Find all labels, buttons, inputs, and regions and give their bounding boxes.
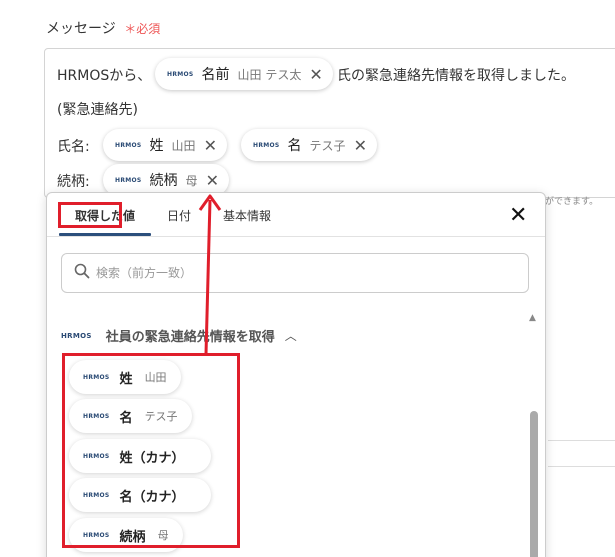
highlight-box-list [62,353,240,548]
section-header[interactable]: HRMOS 社員の緊急連絡先情報を取得 ︿ [61,326,297,345]
chip-value: 山田 [171,138,196,153]
message-line4-label: 続柄: [57,174,90,190]
tab-date[interactable]: 日付 [167,207,191,224]
message-line2: (緊急連絡先) [57,102,138,118]
chip-remove-icon[interactable]: ✕ [206,171,219,190]
scrollbar[interactable]: ▲ [529,313,539,557]
search-icon [74,263,90,283]
chip-name: 名 [287,138,302,154]
chip-remove-icon[interactable]: ✕ [309,65,322,84]
hrmos-logo-icon: HRMOS [115,141,142,149]
required-text: 必須 [136,22,161,36]
divider [548,440,615,441]
hrmos-logo-icon: HRMOS [253,141,280,149]
hrmos-logo-icon: HRMOS [115,176,142,184]
section-title: 社員の緊急連絡先情報を取得 [105,330,275,345]
scrollbar-thumb[interactable] [530,411,538,557]
search-box[interactable] [61,253,529,293]
hrmos-logo-icon: HRMOS [167,70,194,78]
chip-name: 続柄 [149,173,178,189]
required-indicator: ＊必須 [124,22,160,36]
close-icon[interactable]: ✕ [509,203,527,228]
message-line1-suffix: 氏の緊急連絡先情報を取得しました。 [337,68,575,84]
variable-chip-lastname[interactable]: HRMOS 姓 山田 ✕ [103,129,227,161]
chip-value: 山田 テス太 [237,67,302,82]
message-line3-label: 氏名: [57,139,90,155]
required-mark: ＊ [124,22,137,36]
divider [548,466,615,467]
variable-chip-fullname[interactable]: HRMOS 名前 山田 テス太 ✕ [155,58,333,90]
chip-remove-icon[interactable]: ✕ [354,136,367,155]
chevron-up-icon[interactable]: ︿ [285,327,297,344]
tab-basic-info[interactable]: 基本情報 [223,207,271,224]
message-line1-prefix: HRMOSから、 [57,68,152,84]
chip-name: 姓 [149,138,164,154]
message-field-label: メッセージ ＊必須 [46,18,160,38]
scroll-up-icon[interactable]: ▲ [529,313,536,323]
message-textarea[interactable]: HRMOSから、 HRMOS 名前 山田 テス太 ✕ 氏の緊急連絡先情報を取得し… [44,48,615,198]
field-hint-text: ができます。 [545,197,599,207]
form-root: メッセージ ＊必須 HRMOSから、 HRMOS 名前 山田 テス太 ✕ 氏の緊… [0,0,615,557]
chip-value: テス子 [309,138,346,153]
hrmos-logo-icon: HRMOS [61,331,92,340]
chip-name: 名前 [201,67,230,83]
field-label-text: メッセージ [46,21,116,37]
search-input[interactable] [96,266,496,280]
highlight-box-tab [58,202,122,228]
tabs-divider [47,236,545,237]
chip-value: 母 [185,173,198,188]
variable-chip-firstname[interactable]: HRMOS 名 テス子 ✕ [241,129,377,161]
chip-remove-icon[interactable]: ✕ [204,136,217,155]
